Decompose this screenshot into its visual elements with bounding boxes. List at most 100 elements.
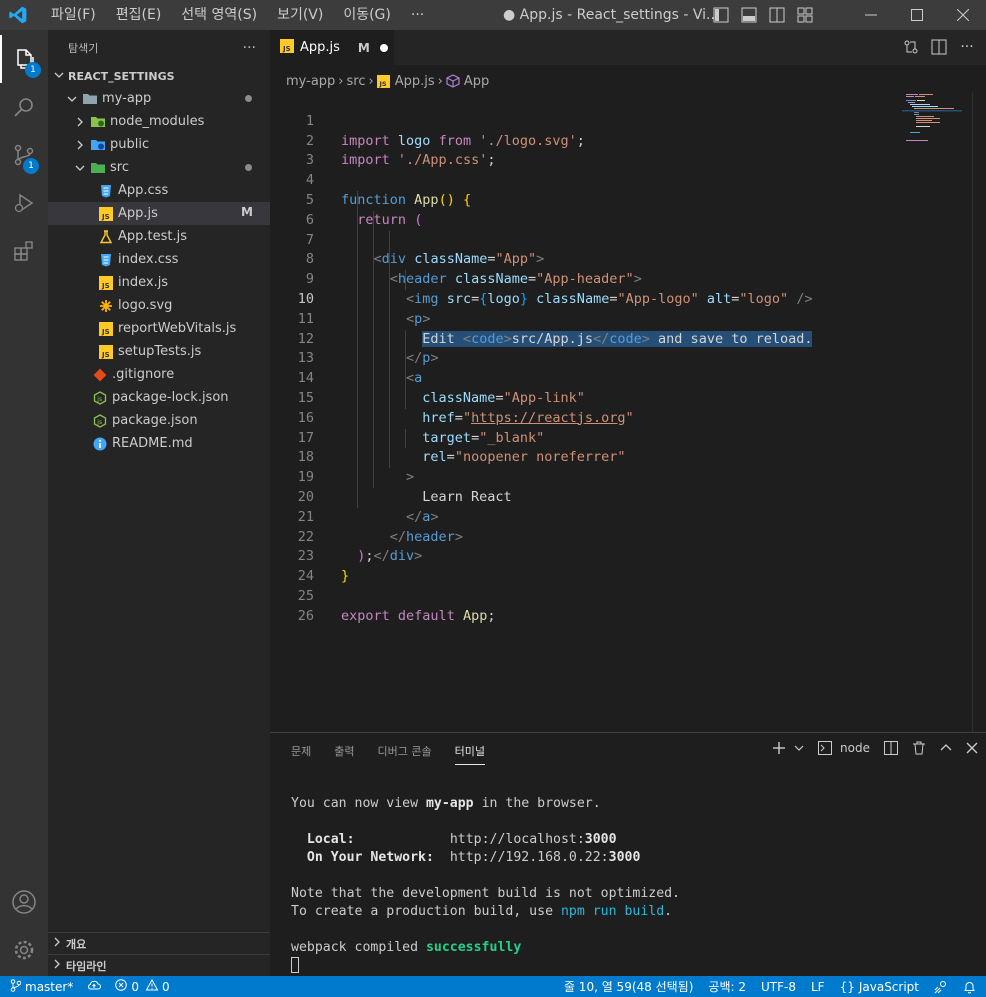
tree-file-logo-svg[interactable]: logo.svg <box>48 294 270 317</box>
search-icon[interactable] <box>0 83 48 131</box>
toggle-secondary-sidebar-icon[interactable] <box>766 4 788 26</box>
chevron-down-icon[interactable] <box>794 743 804 753</box>
code-line: 25 export default App; <box>270 567 900 624</box>
terminal-output[interactable]: You can now view my-app in the browser. … <box>291 795 680 975</box>
tree-folder-src[interactable]: src <box>48 156 270 179</box>
tree-file-app-test-js[interactable]: App.test.js <box>48 225 270 248</box>
svg-text:JS: JS <box>282 45 291 53</box>
breadcrumb-item[interactable]: App <box>464 74 489 89</box>
sync-status[interactable] <box>87 979 102 994</box>
tree-label: package-lock.json <box>112 390 229 405</box>
warning-count: 0 <box>161 979 170 994</box>
menu-go[interactable]: 이동(G) <box>333 0 401 30</box>
menu-more[interactable]: ··· <box>401 0 434 30</box>
split-terminal-icon[interactable] <box>884 741 898 755</box>
code-line: 6 <div className="App"> <box>270 191 900 267</box>
tree-folder-public[interactable]: public <box>48 133 270 156</box>
menu-file[interactable]: 파일(F) <box>41 0 106 30</box>
tab-debug-console[interactable]: 디버그 콘솔 <box>378 733 432 768</box>
unsaved-dot-icon[interactable] <box>379 43 388 52</box>
breadcrumb-item[interactable]: my-app <box>286 74 335 89</box>
encoding[interactable]: UTF-8 <box>761 980 796 994</box>
notifications-bell-icon[interactable] <box>963 980 976 994</box>
folder-open-icon <box>80 91 100 107</box>
vertical-scrollbar[interactable] <box>972 92 986 732</box>
line-ending[interactable]: LF <box>811 980 825 994</box>
chevron-right-icon: › <box>368 73 374 89</box>
open-changes-icon[interactable] <box>902 38 920 56</box>
cloud-upload-icon <box>87 979 102 994</box>
breadcrumb-item[interactable]: src <box>347 74 366 89</box>
tree-folder-node-modules[interactable]: node_modules <box>48 110 270 133</box>
breadcrumb-item[interactable]: App.js <box>395 74 435 89</box>
code-line: 4 function App() { <box>270 151 900 208</box>
branch-status[interactable]: master* <box>10 978 73 995</box>
tree-file-app-css[interactable]: App.css <box>48 179 270 202</box>
tree-label: public <box>110 137 150 152</box>
accounts-icon[interactable] <box>0 878 48 926</box>
tree-file-app-js[interactable]: JS App.js M <box>48 202 270 225</box>
indentation[interactable]: 공백: 2 <box>708 978 746 995</box>
new-terminal-icon[interactable] <box>772 741 786 755</box>
timeline-section-header[interactable]: 타임라인 <box>48 954 270 976</box>
tree-label: src <box>110 160 129 175</box>
feedback-icon[interactable] <box>934 980 948 994</box>
customize-layout-icon[interactable] <box>794 4 816 26</box>
close-panel-icon[interactable] <box>966 742 978 754</box>
chevron-right-icon: › <box>437 73 443 89</box>
code-line-selected: 10 Edit <code>src/App.js</code> and save… <box>270 270 900 347</box>
split-editor-icon[interactable] <box>930 38 948 56</box>
extensions-icon[interactable] <box>0 227 48 275</box>
tree-file-package-lock[interactable]: js package-lock.json <box>48 386 270 409</box>
cursor-position[interactable]: 줄 10, 열 59(48 선택됨) <box>564 978 693 995</box>
tree-file-report-web-vitals[interactable]: JS reportWebVitals.js <box>48 317 270 340</box>
tree-file-index-js[interactable]: JS index.js <box>48 271 270 294</box>
close-window-icon[interactable] <box>940 0 986 30</box>
chevron-right-icon <box>52 959 66 972</box>
terminal-cursor <box>291 957 299 973</box>
tab-modified-badge: M <box>357 40 370 55</box>
source-control-icon[interactable]: 1 <box>0 131 48 179</box>
tab-problems[interactable]: 문제 <box>291 733 311 768</box>
toggle-panel-icon[interactable] <box>738 4 760 26</box>
code-editor[interactable]: 1 import logo from './logo.svg'; 2 impor… <box>270 92 986 732</box>
tab-label: App.js <box>300 40 340 55</box>
menu-edit[interactable]: 편집(E) <box>106 0 172 30</box>
explorer-more-button[interactable]: ··· <box>243 40 256 56</box>
code-line: 3 <box>270 132 900 168</box>
minimize-icon[interactable] <box>848 0 894 30</box>
terminal-text: . <box>664 904 673 919</box>
language-mode[interactable]: {} JavaScript <box>840 980 919 994</box>
terminal-text: http://192.168.0.22: <box>449 850 609 865</box>
tree-file-index-css[interactable]: index.css <box>48 248 270 271</box>
tree-file-setup-tests[interactable]: JS setupTests.js <box>48 340 270 363</box>
terminal-shell-name[interactable]: node <box>840 741 870 755</box>
run-debug-icon[interactable] <box>0 179 48 227</box>
tree-file-package-json[interactable]: js package.json <box>48 409 270 432</box>
outline-title: 개요 <box>66 937 87 951</box>
project-section-header[interactable]: REACT_SETTINGS <box>48 65 270 87</box>
tab-output[interactable]: 출력 <box>334 733 354 768</box>
explorer-icon[interactable]: 1 <box>0 35 48 83</box>
more-actions-icon[interactable]: ··· <box>958 38 976 56</box>
trash-icon[interactable] <box>912 741 926 755</box>
outline-section-header[interactable]: 개요 <box>48 932 270 954</box>
menu-selection[interactable]: 선택 영역(S) <box>171 0 267 30</box>
explorer-header: 탐색기 ··· <box>48 30 270 65</box>
chevron-up-icon[interactable] <box>940 742 952 754</box>
problems-status[interactable]: 0 0 <box>115 978 170 994</box>
tree-file-gitignore[interactable]: .gitignore <box>48 363 270 386</box>
terminal-line: To create a production build, use npm ru… <box>291 903 680 921</box>
tree-folder-my-app[interactable]: my-app <box>48 87 270 110</box>
terminal-text: my-app <box>425 796 474 811</box>
toggle-sidebar-icon[interactable] <box>710 4 732 26</box>
tab-app-js[interactable]: JS App.js M <box>270 30 394 65</box>
maximize-icon[interactable] <box>894 0 940 30</box>
tree-file-readme[interactable]: README.md <box>48 432 270 455</box>
menu-view[interactable]: 보기(V) <box>267 0 333 30</box>
settings-gear-icon[interactable] <box>0 926 48 974</box>
tab-terminal[interactable]: 터미널 <box>454 733 486 768</box>
error-icon <box>115 979 128 994</box>
code-content: export default App; <box>341 607 496 624</box>
